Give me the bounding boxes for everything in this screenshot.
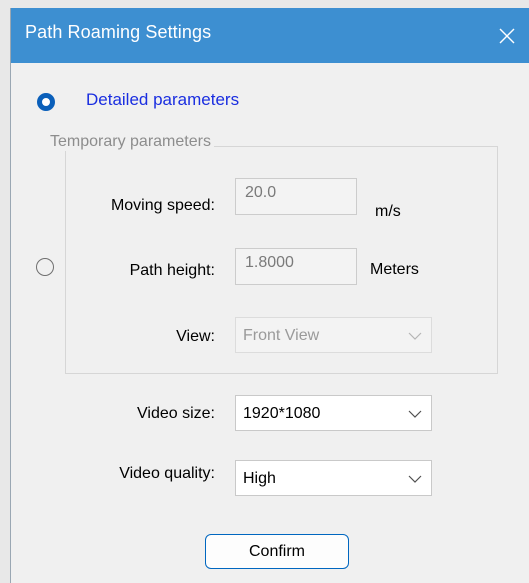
video-size-value: 1920*1080 bbox=[243, 405, 321, 422]
confirm-button-label: Confirm bbox=[248, 542, 305, 560]
temporary-parameters-radio[interactable] bbox=[36, 258, 54, 276]
moving-speed-unit: m/s bbox=[375, 203, 401, 220]
temporary-parameters-title: Temporary parameters bbox=[47, 133, 214, 151]
path-height-input[interactable]: 1.8000 bbox=[235, 248, 357, 285]
video-quality-value: High bbox=[243, 470, 276, 487]
dialog-title: Path Roaming Settings bbox=[25, 22, 212, 42]
confirm-button[interactable]: Confirm bbox=[205, 534, 349, 569]
chevron-down-icon bbox=[408, 332, 422, 340]
view-select[interactable]: Front View bbox=[235, 317, 432, 353]
view-label: View: bbox=[176, 328, 215, 345]
detailed-parameters-label[interactable]: Detailed parameters bbox=[86, 90, 239, 110]
detailed-parameters-radio[interactable] bbox=[37, 93, 55, 111]
title-bar[interactable]: Path Roaming Settings bbox=[11, 8, 529, 63]
moving-speed-input[interactable]: 20.0 bbox=[235, 178, 357, 215]
video-size-select[interactable]: 1920*1080 bbox=[235, 395, 432, 431]
moving-speed-label: Moving speed: bbox=[110, 197, 215, 214]
chevron-down-icon bbox=[408, 475, 422, 483]
path-height-label: Path height: bbox=[129, 262, 215, 279]
video-quality-select[interactable]: High bbox=[235, 460, 432, 496]
close-button[interactable] bbox=[484, 8, 529, 63]
close-icon bbox=[499, 28, 515, 43]
view-select-value: Front View bbox=[243, 327, 320, 344]
path-roaming-dialog: Path Roaming Settings Detailed parameter… bbox=[10, 8, 529, 583]
path-height-unit: Meters bbox=[370, 261, 419, 278]
video-size-label: Video size: bbox=[137, 405, 215, 422]
chevron-down-icon bbox=[408, 410, 422, 418]
video-quality-label: Video quality: bbox=[119, 465, 215, 482]
